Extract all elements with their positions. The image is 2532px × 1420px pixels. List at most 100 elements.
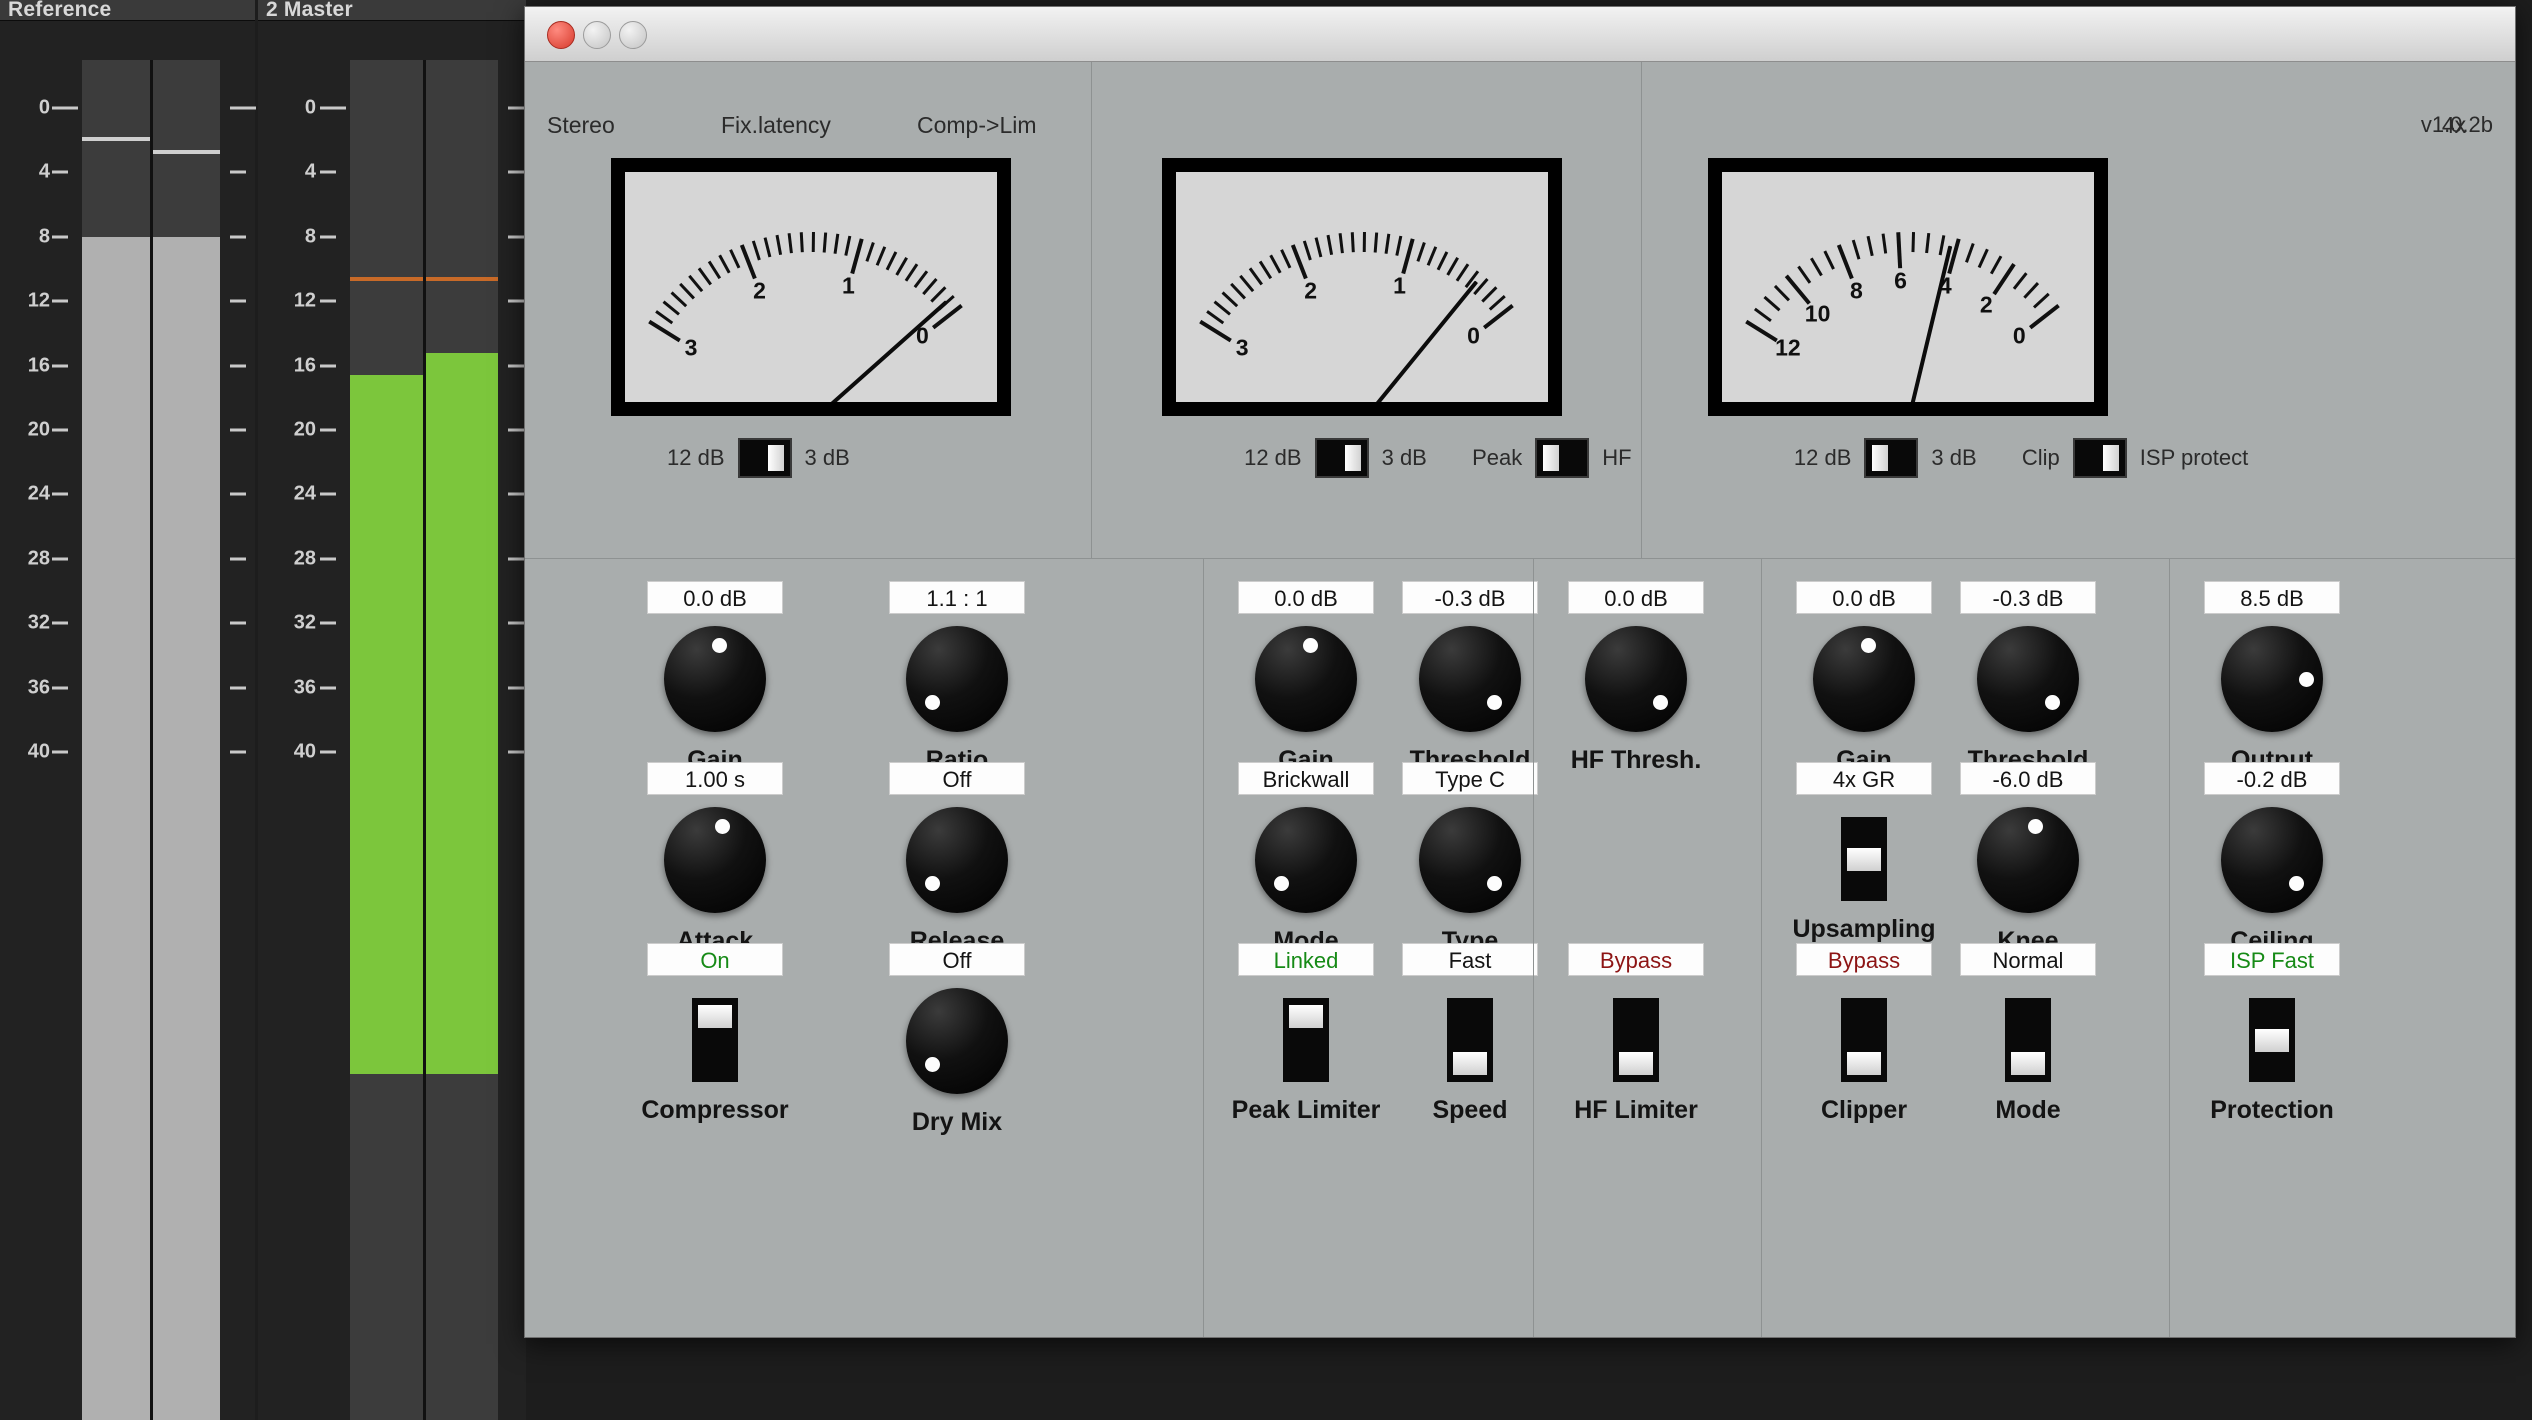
control-value-readout[interactable]: 0.0 dB: [647, 581, 783, 614]
minimize-icon[interactable]: [583, 21, 611, 49]
level-meter: [82, 60, 220, 1420]
meter-channel-divider: [423, 60, 426, 1420]
toggle-switch[interactable]: [738, 438, 792, 478]
vu-needle: [810, 301, 948, 402]
knob[interactable]: [1585, 626, 1687, 732]
knob[interactable]: [906, 988, 1008, 1094]
vu-tick: [1385, 233, 1390, 253]
vu-tick: [679, 283, 694, 299]
toggle-thumb: [1289, 1005, 1323, 1028]
vu-tick: [1837, 244, 1853, 278]
control-value-readout[interactable]: Brickwall: [1238, 762, 1374, 795]
knob-indicator: [2045, 695, 2060, 710]
meter-tick-mark: [52, 751, 68, 754]
control-value-readout[interactable]: -0.2 dB: [2204, 762, 2340, 795]
vu-tick: [1992, 263, 2015, 295]
knob[interactable]: [664, 626, 766, 732]
meter-peak-hold: [82, 137, 150, 141]
knob[interactable]: [906, 807, 1008, 913]
toggle-switch[interactable]: [1447, 998, 1493, 1082]
vu-tick: [1249, 268, 1263, 285]
control-mode: NormalMode: [1948, 943, 2108, 1125]
control-threshold: -0.3 dBThreshold: [1948, 581, 2108, 775]
panel-header-label: Fix.latency: [721, 112, 831, 139]
control-value-readout[interactable]: Linked: [1238, 943, 1374, 976]
knob[interactable]: [2221, 807, 2323, 913]
control-value-readout[interactable]: -0.3 dB: [1402, 581, 1538, 614]
control-value-readout[interactable]: Fast: [1402, 943, 1538, 976]
knob[interactable]: [1813, 626, 1915, 732]
toggle-switch[interactable]: [692, 998, 738, 1082]
version-label: v1.0.2b: [2421, 112, 2493, 138]
meter-tick-mark: [230, 235, 246, 238]
toggle-switch[interactable]: [1283, 998, 1329, 1082]
meter-tick-mark: [508, 686, 524, 689]
control-value-readout[interactable]: 0.0 dB: [1568, 581, 1704, 614]
meter-peak-hold: [153, 150, 221, 154]
toggle-switch[interactable]: [1841, 817, 1887, 901]
control-value-readout[interactable]: 4x GR: [1796, 762, 1932, 795]
control-value-readout[interactable]: -6.0 dB: [1960, 762, 2096, 795]
control-value-readout[interactable]: ISP Fast: [2204, 943, 2340, 976]
vu-tick: [1774, 285, 1789, 301]
knob[interactable]: [1419, 626, 1521, 732]
knob[interactable]: [1977, 807, 2079, 913]
vu-meter-row: StereoFix.latencyComp->Lim321012 dB3 dB3…: [525, 62, 2515, 559]
control-value-readout[interactable]: Off: [889, 762, 1025, 795]
toggle-switch[interactable]: [2005, 998, 2051, 1082]
close-icon[interactable]: [547, 21, 575, 49]
meter-segment: [426, 353, 499, 1074]
vu-meter: 121086420: [1708, 158, 2108, 416]
toggle-switch[interactable]: [1535, 438, 1589, 478]
knob[interactable]: [664, 807, 766, 913]
mixer-strip-title: Reference: [8, 0, 111, 22]
meter-tick-mark: [320, 107, 346, 110]
zoom-icon[interactable]: [619, 21, 647, 49]
control-value-readout[interactable]: 0.0 dB: [1238, 581, 1374, 614]
mixer-strip[interactable]: Reference0481216202428323640: [0, 0, 255, 1420]
control-value-readout[interactable]: 1.1 : 1: [889, 581, 1025, 614]
vu-tick: [834, 233, 839, 253]
vu-tick: [914, 270, 928, 287]
meter-tick-mark: [52, 235, 68, 238]
control-value-readout[interactable]: Normal: [1960, 943, 2096, 976]
vu-tick: [671, 292, 687, 307]
meter-tick-mark: [230, 751, 246, 754]
control-group-hf-limiter-section: 0.0 dBHF Thresh.BypassHF Limiter: [1533, 559, 1761, 1337]
control-value-readout[interactable]: 1.00 s: [647, 762, 783, 795]
vu-scale-label: 6: [1894, 268, 1907, 295]
control-value-readout[interactable]: Type C: [1402, 762, 1538, 795]
meter-segment: [153, 237, 221, 1420]
control-value-readout[interactable]: Off: [889, 943, 1025, 976]
control-value-readout[interactable]: On: [647, 943, 783, 976]
toggle-switch[interactable]: [1315, 438, 1369, 478]
control-value-readout[interactable]: 0.0 dB: [1796, 581, 1932, 614]
knob[interactable]: [2221, 626, 2323, 732]
control-label: HF Thresh.: [1556, 746, 1716, 775]
control-ceiling: -0.2 dBCeiling: [2192, 762, 2352, 956]
knob[interactable]: [1255, 626, 1357, 732]
meter-channel: [153, 60, 221, 1420]
control-value-readout[interactable]: -0.3 dB: [1960, 581, 2096, 614]
knob[interactable]: [1255, 807, 1357, 913]
toggle-switch[interactable]: [1613, 998, 1659, 1082]
knob[interactable]: [1419, 807, 1521, 913]
control-clipper: BypassClipper: [1784, 943, 1944, 1125]
plugin-body: StereoFix.latencyComp->Lim321012 dB3 dB3…: [525, 62, 2515, 1337]
knob[interactable]: [1977, 626, 2079, 732]
meter-tick-mark: [52, 493, 68, 496]
toggle-switch[interactable]: [1841, 998, 1887, 1082]
toggle-switch[interactable]: [2073, 438, 2127, 478]
meter-tick-mark: [230, 557, 246, 560]
control-value-readout[interactable]: Bypass: [1796, 943, 1932, 976]
vu-tick: [800, 232, 804, 252]
window-titlebar[interactable]: [525, 7, 2515, 62]
control-value-readout[interactable]: Bypass: [1568, 943, 1704, 976]
toggle-switch[interactable]: [2249, 998, 2295, 1082]
control-value-readout[interactable]: 8.5 dB: [2204, 581, 2340, 614]
mixer-strip[interactable]: 2 Master0481216202428323640: [258, 0, 526, 1420]
knob[interactable]: [906, 626, 1008, 732]
meter-channel: [350, 60, 423, 1420]
toggle-switch[interactable]: [1864, 438, 1918, 478]
vu-range-switch-row: PeakHF: [1472, 438, 1631, 478]
